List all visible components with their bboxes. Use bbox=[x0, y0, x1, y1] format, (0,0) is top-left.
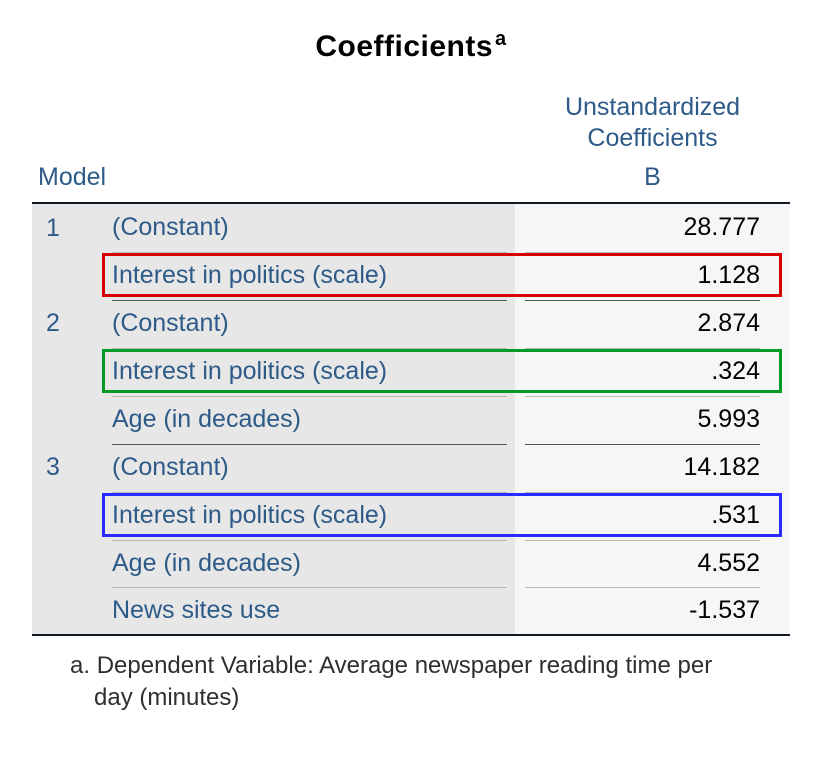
table-title: Coefficientsa bbox=[32, 28, 790, 64]
table-footnote: a. Dependent Variable: Average newspaper… bbox=[32, 636, 790, 715]
col-header-unstandardized: Unstandardized Coefficients bbox=[515, 86, 790, 157]
model-number: 2 bbox=[32, 299, 102, 443]
coefficient-value: -1.537 bbox=[515, 587, 790, 635]
coefficient-value: .531 bbox=[515, 491, 790, 539]
footnote-text: Dependent Variable: Average newspaper re… bbox=[94, 652, 712, 711]
variable-label: Interest in politics (scale) bbox=[102, 491, 515, 539]
variable-label: (Constant) bbox=[102, 299, 515, 347]
coefficient-value: 14.182 bbox=[515, 443, 790, 491]
coefficient-value: 28.777 bbox=[515, 203, 790, 251]
model-number: 3 bbox=[32, 443, 102, 635]
variable-label: (Constant) bbox=[102, 203, 515, 251]
coefficient-value: 5.993 bbox=[515, 395, 790, 443]
footnote-marker: a. bbox=[70, 652, 97, 679]
title-text: Coefficients bbox=[315, 30, 493, 63]
variable-label: (Constant) bbox=[102, 443, 515, 491]
coefficients-table: Unstandardized Coefficients Model B 1(Co… bbox=[32, 86, 790, 636]
variable-label: Interest in politics (scale) bbox=[102, 347, 515, 395]
col-header-b: B bbox=[515, 157, 790, 203]
coefficient-value: 1.128 bbox=[515, 251, 790, 299]
variable-label: Age (in decades) bbox=[102, 395, 515, 443]
variable-label: News sites use bbox=[102, 587, 515, 635]
coefficient-value: .324 bbox=[515, 347, 790, 395]
model-number: 1 bbox=[32, 203, 102, 299]
coefficient-value: 2.874 bbox=[515, 299, 790, 347]
variable-label: Interest in politics (scale) bbox=[102, 251, 515, 299]
title-superscript: a bbox=[495, 28, 507, 50]
col-header-model: Model bbox=[32, 157, 515, 203]
variable-label: Age (in decades) bbox=[102, 539, 515, 587]
coefficient-value: 4.552 bbox=[515, 539, 790, 587]
